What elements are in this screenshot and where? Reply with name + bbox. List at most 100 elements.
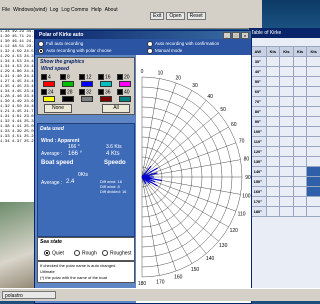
taskbar-item[interactable]: polastro: [2, 291, 56, 299]
table-cell[interactable]: [293, 207, 307, 217]
table-cell[interactable]: [293, 137, 307, 147]
color-swatch[interactable]: [43, 96, 55, 102]
table-row[interactable]: 60°: [250, 87, 320, 97]
table-cell[interactable]: [293, 167, 307, 177]
table-cell[interactable]: [266, 77, 280, 87]
wind-speed-checkbox[interactable]: 40: [117, 89, 130, 95]
table-cell[interactable]: [280, 107, 294, 117]
table-row[interactable]: 40°: [250, 67, 320, 77]
table-cell[interactable]: [293, 157, 307, 167]
table-row[interactable]: 110°: [250, 137, 320, 147]
table-cell[interactable]: [307, 87, 320, 97]
table-cell[interactable]: [307, 177, 320, 187]
table-cell[interactable]: [266, 207, 280, 217]
table-cell[interactable]: [266, 157, 280, 167]
table-cell[interactable]: [293, 197, 307, 207]
table-cell[interactable]: [293, 117, 307, 127]
table-row[interactable]: 150°: [250, 177, 320, 187]
mode-auto-polar-choose[interactable]: Auto recording with polar choose: [38, 48, 112, 54]
menu-help[interactable]: Help: [91, 7, 101, 13]
table-row[interactable]: 120°: [250, 147, 320, 157]
table-cell[interactable]: [280, 97, 294, 107]
table-cell[interactable]: [307, 147, 320, 157]
table-cell[interactable]: [293, 147, 307, 157]
sea-roughest-radio[interactable]: Roughest: [102, 250, 131, 256]
table-cell[interactable]: [280, 177, 294, 187]
sea-quiet-radio[interactable]: Quiet: [44, 250, 64, 256]
wind-speed-checkbox[interactable]: 32: [79, 89, 92, 95]
open-button[interactable]: Open: [166, 12, 184, 20]
table-cell[interactable]: [266, 137, 280, 147]
mode-manual[interactable]: Manual mode: [147, 48, 182, 54]
reset-button[interactable]: Reset: [187, 12, 206, 20]
table-row[interactable]: 90°: [250, 117, 320, 127]
wind-speed-checkbox[interactable]: 4: [41, 74, 51, 80]
table-cell[interactable]: [266, 147, 280, 157]
table-cell[interactable]: [293, 97, 307, 107]
table-cell[interactable]: [307, 97, 320, 107]
table-cell[interactable]: [293, 127, 307, 137]
table-row[interactable]: 160°: [250, 187, 320, 197]
color-swatch[interactable]: [81, 81, 93, 87]
table-row[interactable]: 170°: [250, 197, 320, 207]
maximize-button[interactable]: □: [232, 32, 240, 39]
menu-file[interactable]: File: [2, 7, 10, 13]
color-swatch[interactable]: [100, 81, 112, 87]
table-row[interactable]: 80°: [250, 107, 320, 117]
table-row[interactable]: 50°: [250, 77, 320, 87]
table-cell[interactable]: [293, 187, 307, 197]
table-cell[interactable]: [280, 167, 294, 177]
color-swatch[interactable]: [119, 96, 131, 102]
color-swatch[interactable]: [62, 81, 74, 87]
none-button[interactable]: None: [44, 104, 72, 113]
table-cell[interactable]: [293, 67, 307, 77]
wind-speed-checkbox[interactable]: 24: [41, 89, 54, 95]
table-cell[interactable]: [280, 87, 294, 97]
table-cell[interactable]: [280, 197, 294, 207]
table-cell[interactable]: [280, 147, 294, 157]
table-cell[interactable]: [307, 57, 320, 67]
menu-log-comms[interactable]: Log Comms: [61, 7, 88, 13]
table-cell[interactable]: [280, 187, 294, 197]
table-cell[interactable]: [307, 107, 320, 117]
wind-speed-checkbox[interactable]: 8: [60, 74, 70, 80]
table-cell[interactable]: [266, 107, 280, 117]
table-cell[interactable]: [293, 107, 307, 117]
table-cell[interactable]: [307, 197, 320, 207]
table-cell[interactable]: [266, 97, 280, 107]
table-cell[interactable]: [307, 137, 320, 147]
table-cell[interactable]: [266, 67, 280, 77]
table-cell[interactable]: [266, 117, 280, 127]
table-cell[interactable]: [266, 187, 280, 197]
table-cell[interactable]: [307, 117, 320, 127]
table-row[interactable]: 100°: [250, 127, 320, 137]
table-cell[interactable]: [307, 207, 320, 217]
all-button[interactable]: All: [102, 104, 130, 113]
table-row[interactable]: 130°: [250, 157, 320, 167]
table-cell[interactable]: [307, 187, 320, 197]
table-row[interactable]: 30°: [250, 57, 320, 67]
table-cell[interactable]: [266, 197, 280, 207]
table-cell[interactable]: [280, 157, 294, 167]
color-swatch[interactable]: [62, 96, 74, 102]
table-cell[interactable]: [266, 87, 280, 97]
wind-speed-checkbox[interactable]: 16: [98, 74, 111, 80]
log-row[interactable]: 1.34 4.37 25.26: [0, 140, 34, 145]
table-cell[interactable]: [307, 77, 320, 87]
wind-speed-checkbox[interactable]: 12: [79, 74, 92, 80]
table-cell[interactable]: [307, 167, 320, 177]
table-cell[interactable]: [280, 67, 294, 77]
table-cell[interactable]: [266, 177, 280, 187]
sea-rough-radio[interactable]: Rough: [74, 250, 97, 256]
table-cell[interactable]: [307, 127, 320, 137]
minimize-button[interactable]: _: [223, 32, 231, 39]
menu-about[interactable]: About: [105, 7, 118, 13]
color-swatch[interactable]: [43, 81, 55, 87]
log-list[interactable]: 1.34 49.23 34.441.30 45.71 21.731.30 46.…: [0, 30, 35, 202]
table-row[interactable]: 70°: [250, 97, 320, 107]
table-cell[interactable]: [266, 167, 280, 177]
table-cell[interactable]: [293, 87, 307, 97]
wind-speed-checkbox[interactable]: 28: [60, 89, 73, 95]
table-cell[interactable]: [293, 177, 307, 187]
table-cell[interactable]: [307, 157, 320, 167]
